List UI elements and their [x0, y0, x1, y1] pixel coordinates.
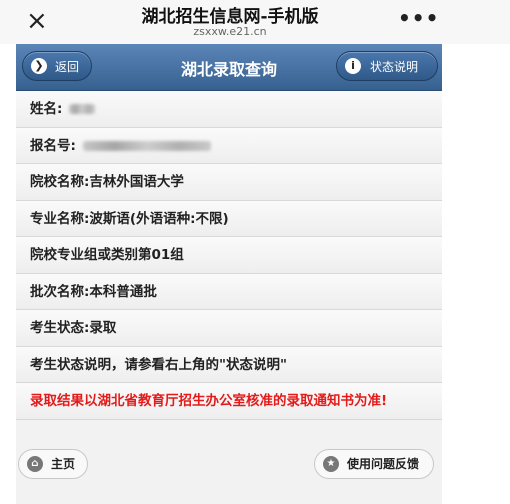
footer: ⌂ 主页 ★ 使用问题反馈: [16, 444, 442, 488]
warning-text: 录取结果以湖北省教育厅招生办公室核准的录取通知书为准!: [16, 383, 442, 420]
name-label: 姓名:: [30, 101, 63, 117]
list-item-status: 考生状态:录取: [16, 310, 442, 347]
home-label: 主页: [51, 457, 76, 471]
star-icon: ★: [323, 456, 339, 472]
list-item-school: 院校名称:吉林外国语大学: [16, 164, 442, 201]
page-title: 湖北招生信息网-手机版: [141, 7, 319, 27]
list-item-group: 院校专业组或类别第01组: [16, 237, 442, 274]
redacted-regno: [82, 140, 211, 151]
list-item-major: 专业名称:波斯语(外语语种:不限): [16, 200, 442, 237]
info-icon: i: [345, 58, 361, 74]
status-explanation-button[interactable]: i 状态说明: [336, 51, 438, 81]
list-item-status-note: 考生状态说明，请参看右上角的"状态说明": [16, 346, 442, 383]
feedback-button[interactable]: ★ 使用问题反馈: [314, 449, 434, 479]
page-content: ❯ 返回 湖北录取查询 i 状态说明 姓名: 报名号: 院校名称:吉林外国语大学…: [16, 44, 442, 504]
feedback-label: 使用问题反馈: [347, 457, 420, 471]
home-icon: ⌂: [27, 456, 43, 472]
status-explanation-label: 状态说明: [370, 60, 419, 74]
more-icon[interactable]: •••: [398, 6, 439, 30]
regno-label: 报名号:: [30, 137, 76, 154]
list-item-regno: 报名号:: [16, 127, 442, 164]
result-list: 姓名: 报名号: 院校名称:吉林外国语大学 专业名称:波斯语(外语语种:不限) …: [16, 91, 442, 420]
browser-topbar: × 湖北招生信息网-手机版 zsxxw.e21.cn •••: [0, 0, 510, 44]
redacted-name: [69, 104, 96, 114]
page-domain: zsxxw.e21.cn: [193, 25, 267, 38]
list-item-name: 姓名:: [16, 91, 442, 128]
home-button[interactable]: ⌂ 主页: [18, 449, 88, 479]
list-item-batch: 批次名称:本科普通批: [16, 273, 442, 310]
navbar: ❯ 返回 湖北录取查询 i 状态说明: [16, 44, 442, 91]
